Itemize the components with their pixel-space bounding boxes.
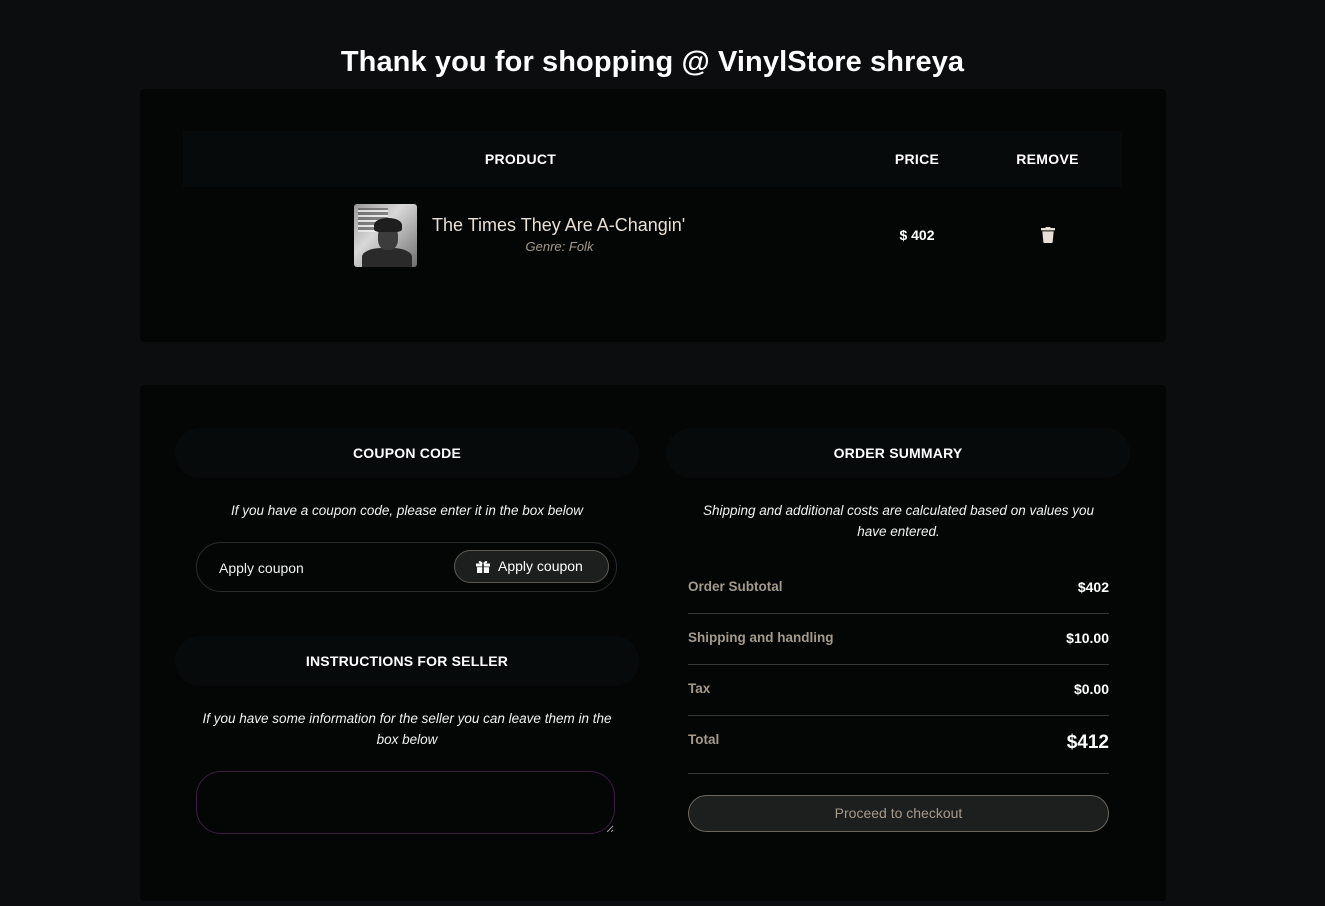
product-column-header: PRODUCT	[484, 151, 557, 167]
album-cover-hair	[374, 218, 402, 232]
cart-table-header: PRODUCT PRICE REMOVE	[183, 131, 1122, 187]
coupon-form: Apply coupon	[196, 542, 617, 592]
summary-row-tax: Tax $0.00	[688, 665, 1109, 716]
seller-instructions-hint: If you have some information for the sel…	[202, 711, 612, 747]
album-cover-image[interactable]	[354, 204, 417, 267]
price-column-header: PRICE	[894, 151, 940, 167]
checkout-card: COUPON CODE If you have a coupon code, p…	[140, 385, 1166, 901]
seller-instructions-heading: INSTRUCTIONS FOR SELLER	[175, 636, 639, 686]
cart-item-row: The Times They Are A-Changin' Genre: Fol…	[183, 187, 1122, 287]
summary-row-shipping: Shipping and handling $10.00	[688, 614, 1109, 665]
product-name[interactable]: The Times They Are A-Changin'	[432, 215, 685, 236]
summary-row-label: Total	[688, 732, 720, 747]
order-summary-hint: Shipping and additional costs are calcul…	[702, 503, 1095, 539]
trash-icon[interactable]	[1041, 227, 1055, 243]
coupon-heading: COUPON CODE	[175, 428, 639, 478]
cart-card: PRODUCT PRICE REMOVE The Times They Are …	[140, 89, 1166, 342]
gift-icon	[476, 561, 490, 573]
summary-row-total: Total $412	[688, 716, 1109, 774]
order-summary-table: Order Subtotal $402 Shipping and handlin…	[688, 563, 1109, 774]
remove-column-header: REMOVE	[1016, 151, 1079, 167]
summary-row-label: Shipping and handling	[688, 630, 834, 645]
order-summary-heading: ORDER SUMMARY	[666, 428, 1130, 478]
page-title: Thank you for shopping @ VinylStore shre…	[340, 46, 965, 78]
summary-total-value: $412	[1066, 732, 1109, 753]
album-cover-shoulders	[362, 248, 412, 267]
coupon-hint: If you have a coupon code, please enter …	[231, 503, 583, 518]
product-genre: Genre: Folk	[525, 239, 594, 254]
apply-coupon-label: Apply coupon	[498, 558, 583, 574]
coupon-input[interactable]	[217, 555, 441, 581]
summary-row-value: $10.00	[1066, 630, 1109, 646]
product-price: $ 402	[899, 227, 935, 243]
apply-coupon-button[interactable]: Apply coupon	[454, 550, 609, 583]
summary-row-subtotal: Order Subtotal $402	[688, 563, 1109, 614]
summary-row-label: Order Subtotal	[688, 579, 783, 594]
summary-row-value: $0.00	[1073, 681, 1109, 697]
proceed-to-checkout-button[interactable]: Proceed to checkout	[688, 795, 1109, 832]
summary-row-value: $402	[1077, 579, 1109, 595]
summary-row-label: Tax	[688, 681, 711, 696]
seller-instructions-textarea[interactable]	[196, 771, 615, 834]
